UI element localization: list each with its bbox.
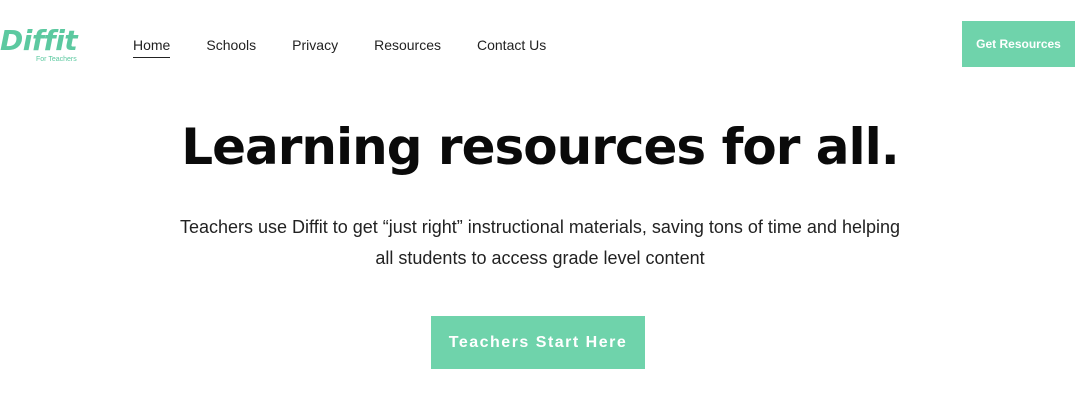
hero-subtitle: Teachers use Diffit to get “just right” … <box>179 217 901 268</box>
logo[interactable]: Diffit For Teachers <box>0 26 90 70</box>
page: Diffit For Teachers Home Schools Privacy… <box>0 0 1080 400</box>
logo-wordmark: Diffit <box>0 24 78 57</box>
nav-item-contact-us[interactable]: Contact Us <box>477 36 546 58</box>
main-nav: Home Schools Privacy Resources Contact U… <box>133 36 546 58</box>
get-resources-button[interactable]: Get Resources <box>962 21 1075 67</box>
nav-item-schools[interactable]: Schools <box>206 36 256 58</box>
teachers-start-here-button[interactable]: Teachers Start Here <box>431 316 645 369</box>
nav-item-privacy[interactable]: Privacy <box>292 36 338 58</box>
logo-tagline: For Teachers <box>36 56 77 63</box>
hero-title: Learning resources for all. <box>181 118 900 176</box>
nav-item-resources[interactable]: Resources <box>374 36 441 58</box>
nav-item-home[interactable]: Home <box>133 36 171 58</box>
